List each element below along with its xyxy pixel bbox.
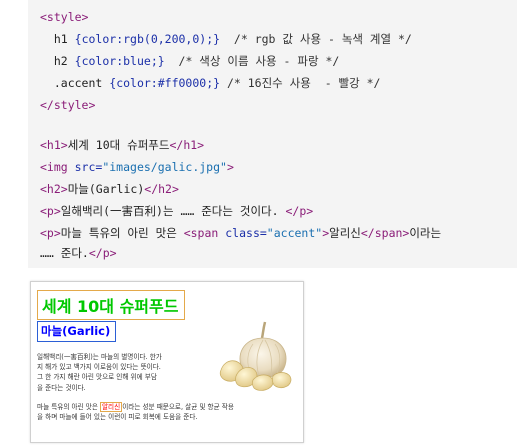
code-line-p2-cont: …… 준다.</p> <box>40 246 117 260</box>
code-comment: /* 색상 이름 사용 - 파랑 */ <box>178 54 340 68</box>
code-token: <p> <box>40 226 61 240</box>
code-token: </style> <box>40 98 96 112</box>
code-line-img: <img src="images/galic.jpg"> <box>40 160 234 174</box>
preview-text: 마늘 특유의 아린 맛은 <box>37 403 100 411</box>
accent-span: 알리신 <box>99 402 123 412</box>
code-token: {color:rgb(0,200,0);} <box>74 32 221 46</box>
garlic-image <box>219 321 292 391</box>
code-token: </h2> <box>144 182 179 196</box>
code-token: src= <box>74 160 103 174</box>
preview-paragraph-1: 일해백리(一害百利)는 마늘의 별명이다. 한가 지 해가 있고 백가지 이로움… <box>37 352 162 393</box>
code-text: 마늘 특유의 아린 맛은 <box>60 226 184 240</box>
code-token: </p> <box>285 204 314 218</box>
code-string: "accent" <box>266 226 323 240</box>
preview-text-line: 그 한 가지 해란 아린 맛으로 인해 위에 부담 <box>37 373 157 382</box>
code-text: 알리신 <box>329 226 361 240</box>
code-line-style-open: <style> <box>40 10 88 24</box>
code-text: 일해백리(一害百利)는 …… 준다는 것이다. <box>60 204 286 218</box>
preview-heading-h2: 마늘(Garlic) <box>37 321 117 342</box>
code-token: <h2> <box>40 182 68 196</box>
preview-text: 이라는 성분 때문으로, 살균 및 항균 작용 <box>122 403 234 411</box>
code-line-style-close: </style> <box>40 98 95 112</box>
code-text: 세계 10대 슈퍼푸드 <box>67 138 170 152</box>
code-token: </span> <box>360 226 410 240</box>
code-token: {color:#ff0000;} <box>109 76 221 90</box>
preview-text: 을 하며 마늘에 들어 있는 이런이 피로 회복에 도움을 준다. <box>37 413 198 422</box>
code-listing: <style> h1 {color:rgb(0,200,0);} /* rgb … <box>28 0 517 268</box>
code-token: .accent <box>53 76 103 90</box>
code-token: h1 <box>53 32 68 46</box>
code-token: <img <box>40 160 75 174</box>
code-token: <style> <box>40 10 89 24</box>
code-line-h2-rule: h2 {color:blue;} /* 색상 이름 사용 - 파랑 */ <box>40 54 339 68</box>
preview-paragraph-2: 마늘 특유의 아린 맛은 알리신 이라는 성분 때문으로, 살균 및 항균 작용 … <box>37 402 234 422</box>
code-text: …… 준다. <box>40 246 89 260</box>
code-comment: /* rgb 값 사용 - 녹색 계열 */ <box>233 32 412 46</box>
code-token: </p> <box>88 246 117 260</box>
code-token: <h1> <box>40 138 68 152</box>
code-text: 이라는 <box>409 226 442 240</box>
code-line-accent-rule: .accent {color:#ff0000;} /* 16진수 사용 - 빨강… <box>40 76 381 90</box>
preview-text-line: 일해백리(一害百利)는 마늘의 별명이다. 한가 <box>37 353 162 361</box>
code-token: </h1> <box>169 138 205 152</box>
code-comment: /* 16진수 사용 - 빨강 */ <box>226 76 381 90</box>
code-token: class= <box>225 226 267 240</box>
code-line-h1: <h1>세계 10대 슈퍼푸드</h1> <box>40 138 204 152</box>
code-token: <p> <box>40 204 61 218</box>
code-line-p1: <p>일해백리(一害百利)는 …… 준다는 것이다. </p> <box>40 204 313 218</box>
code-line-h1-rule: h1 {color:rgb(0,200,0);} /* rgb 값 사용 - 녹… <box>40 32 412 46</box>
code-string: "images/galic.jpg" <box>102 160 227 174</box>
code-token: <span <box>183 226 226 240</box>
code-line-p2: <p>마늘 특유의 아린 맛은 <span class="accent">알리신… <box>40 226 441 240</box>
preview-heading-h1: 세계 10대 슈퍼푸드 <box>37 290 186 320</box>
browser-preview: 세계 10대 슈퍼푸드 마늘(Garlic) 일해백리(一害百利)는 마늘의 별… <box>30 281 304 443</box>
code-token: h2 <box>53 54 68 68</box>
preview-text-line: 지 해가 있고 백가지 이로움이 있다는 뜻이다. <box>37 363 161 372</box>
preview-text-line: 을 준다는 것이다. <box>37 383 86 392</box>
code-token: > <box>226 160 234 174</box>
code-text: 마늘(Garlic) <box>67 182 145 196</box>
code-line-h2: <h2>마늘(Garlic)</h2> <box>40 182 179 196</box>
code-token: {color:blue;} <box>74 54 165 68</box>
